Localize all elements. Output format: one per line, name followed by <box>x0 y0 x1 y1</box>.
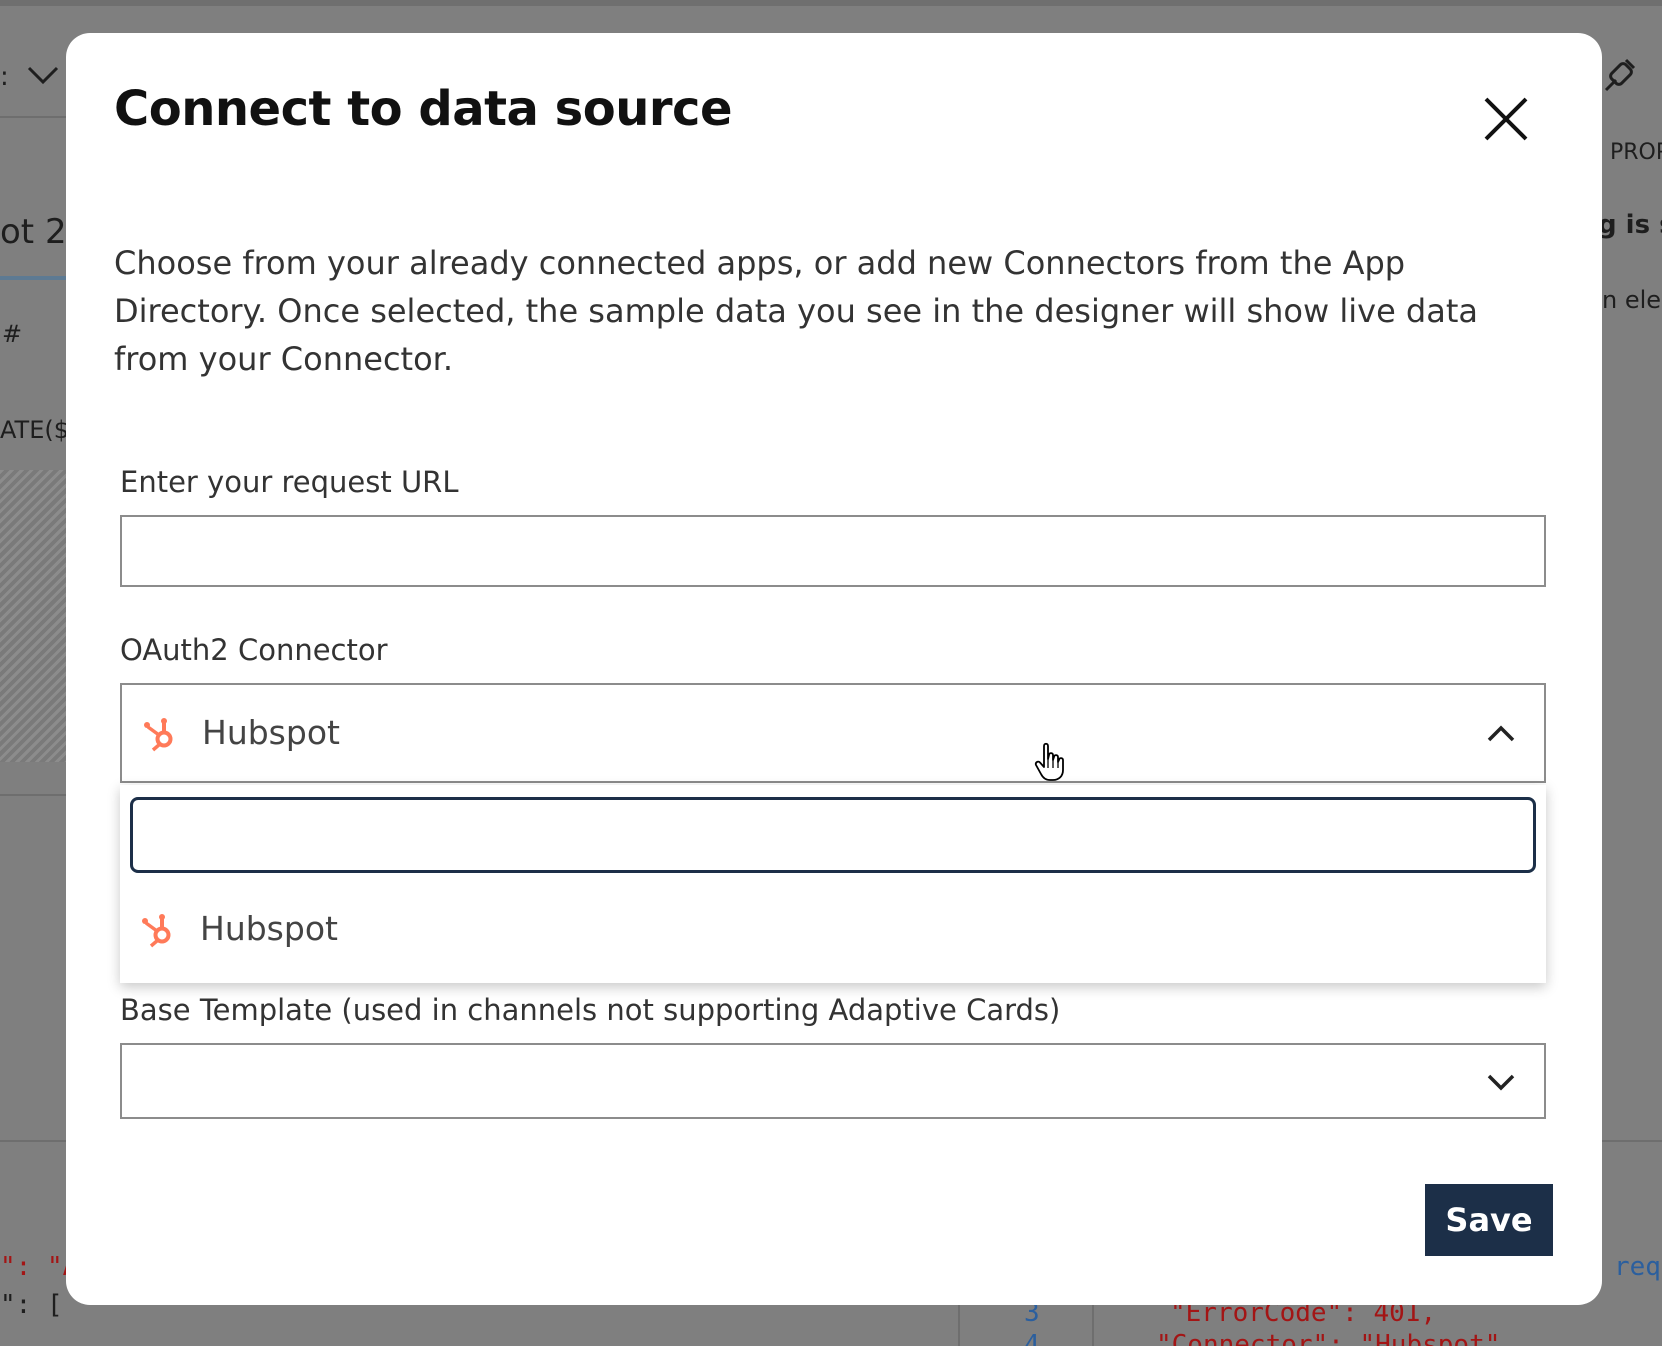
background-code-line: "Connector": "Hubspot" <box>1156 1330 1501 1346</box>
background-expression: ATE($ <box>0 416 70 444</box>
hubspot-icon <box>142 914 171 948</box>
oauth-connector-dropdown: Hubspot <box>120 785 1546 983</box>
background-glyph: : <box>0 62 9 92</box>
request-url-label: Enter your request URL <box>120 465 459 499</box>
close-icon <box>1484 97 1528 141</box>
dropdown-option-label: Hubspot <box>200 909 338 948</box>
background-hatch <box>0 470 66 762</box>
hand-pointer-cursor <box>1034 742 1064 781</box>
background-hint-text: n ele <box>1602 286 1662 314</box>
oauth-connector-select[interactable]: Hubspot <box>120 683 1546 783</box>
request-url-input[interactable] <box>120 515 1546 587</box>
save-button[interactable]: Save <box>1425 1184 1553 1256</box>
oauth-connector-label: OAuth2 Connector <box>120 633 388 667</box>
background-line-number: 4 <box>1024 1330 1040 1346</box>
oauth-connector-selected-value: Hubspot <box>202 713 340 752</box>
connect-data-source-dialog: Connect to data source Choose from your … <box>66 33 1602 1305</box>
background-divider <box>0 116 66 118</box>
connector-search-input[interactable] <box>130 797 1536 873</box>
background-tab-underline <box>0 276 66 280</box>
background-tab-fragment: ot 2 <box>0 212 67 252</box>
background-chevron-down-icon <box>27 66 59 85</box>
dialog-description: Choose from your already connected apps,… <box>114 244 1478 378</box>
background-divider <box>0 794 66 796</box>
hubspot-icon <box>144 718 173 752</box>
chevron-down-icon <box>1487 1074 1515 1091</box>
background-plug-icon <box>1604 58 1636 92</box>
chevron-up-icon <box>1487 725 1515 742</box>
background-code-line: req <box>1614 1252 1661 1282</box>
base-template-select[interactable] <box>120 1043 1546 1119</box>
background-top-bar <box>0 0 1662 6</box>
base-template-label: Base Template (used in channels not supp… <box>120 993 1061 1027</box>
background-code-line: ": [ <box>0 1290 63 1320</box>
dialog-title: Connect to data source <box>114 81 733 137</box>
background-warning-text: g is s <box>1598 210 1662 240</box>
background-hash: # <box>2 320 23 348</box>
background-properties-header: PROP <box>1610 140 1662 165</box>
close-button[interactable] <box>1478 91 1534 147</box>
dropdown-option-hubspot[interactable]: Hubspot <box>120 889 1546 975</box>
